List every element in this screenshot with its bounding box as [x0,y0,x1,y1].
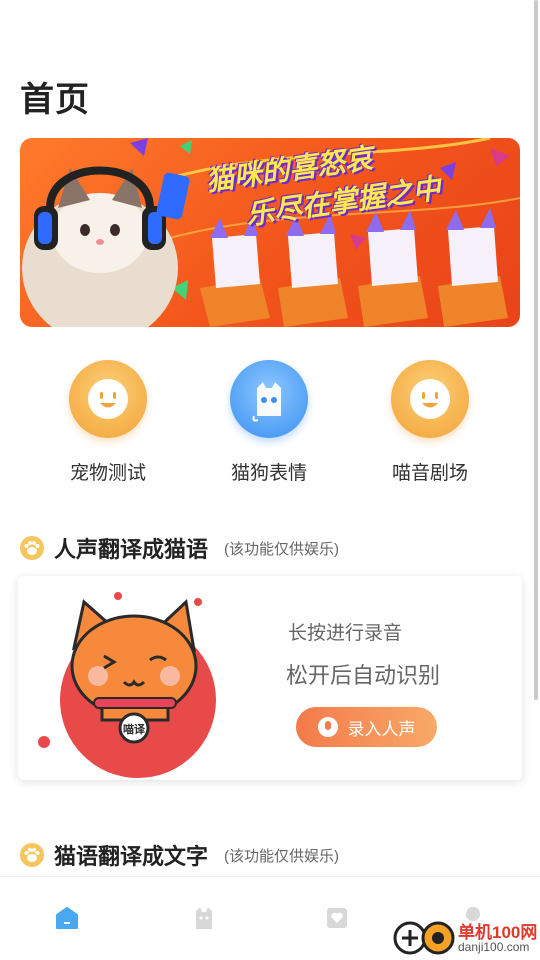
quick-action-label: 喵音剧场 [391,463,468,484]
voice-translate-card: 喵译 [18,576,522,780]
tab-cat[interactable] [190,905,216,931]
banner-cat-box-2 [278,214,348,327]
home-icon [56,907,78,929]
release-hint: 松开后自动识别 [286,663,441,688]
banner-cat-box-4 [438,208,508,327]
smile-face-icon [69,360,147,438]
section-note: (该功能仅供娱乐) [224,847,340,865]
quick-action-label: 猫狗表情 [230,463,307,484]
section-title: 人声翻译成猫语 [54,537,209,562]
cat-face-icon [230,360,308,438]
record-voice-button[interactable]: 录入人声 [296,707,437,747]
quick-action-label: 宠物测试 [69,463,146,484]
quick-action-meow-theater[interactable]: 喵音剧场 [350,360,510,485]
section-note: (该功能仅供娱乐) [224,540,340,558]
microphone-icon [317,717,338,737]
section-title: 猫语翻译成文字 [54,844,209,869]
tab-favorites[interactable] [324,905,350,931]
cat-icon [196,907,212,929]
section-header-voice: 人声翻译成猫语 (该功能仅供娱乐) [20,532,339,564]
quick-action-pet-test[interactable]: 宠物测试 [28,360,188,485]
cat-translator-illustration: 喵译 [38,592,216,778]
record-hint: 长按进行录音 [288,623,403,644]
heart-card-icon [327,908,347,928]
paw-icon [20,843,44,867]
section-header-text: 猫语翻译成文字 (该功能仅供娱乐) [20,839,339,871]
translator-badge-text: 喵译 [123,722,146,736]
banner-cat-box-1 [200,216,270,327]
page-title: 首页 [20,81,90,119]
quick-action-emoji[interactable]: 猫狗表情 [189,360,349,485]
scrollbar[interactable] [534,0,538,700]
tab-home[interactable] [54,905,80,931]
watermark-url: danji100.com [458,940,530,954]
smile-face-icon [391,360,469,438]
banner-cat-box-3 [358,210,428,327]
paw-icon [20,536,44,560]
record-voice-label: 录入人声 [347,719,416,739]
